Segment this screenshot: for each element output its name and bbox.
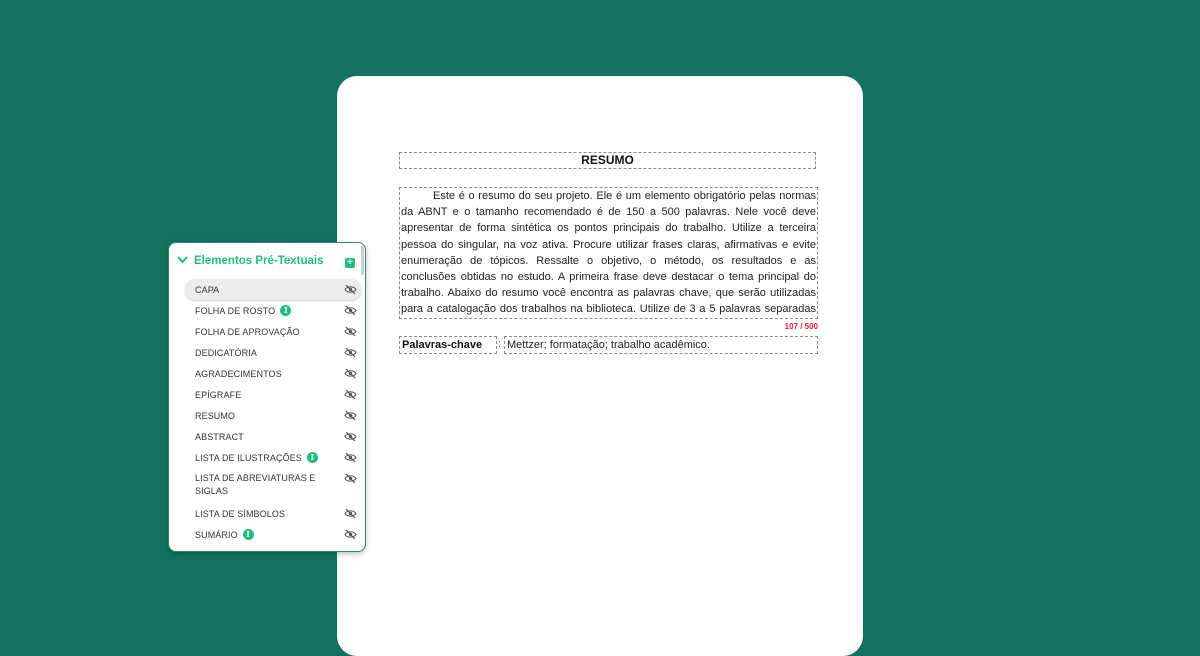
eye-off-icon[interactable] [344,452,357,463]
sidebar-item[interactable]: EPÍGRAFE [185,384,361,405]
chevron-down-icon[interactable] [177,253,188,267]
sidebar-item[interactable]: RESUMO [185,405,361,426]
sidebar-item[interactable]: DEDICATÓRIA [185,342,361,363]
eye-off-icon[interactable] [344,410,357,421]
sidebar-item[interactable]: CAPA [185,279,361,300]
keywords-label: Palavras-chave [399,336,497,354]
eye-off-icon[interactable] [344,347,357,358]
eye-off-icon[interactable] [344,284,357,295]
document-page: RESUMO Este é o resumo do seu projeto. E… [337,76,863,656]
info-icon[interactable]: i [280,305,292,316]
keywords-separator: : [498,338,502,350]
sidebar-item-label: SUMÁRIO [195,529,238,540]
eye-off-icon[interactable] [344,305,357,316]
sidebar-item-label: CAPA [195,284,220,295]
plus-square-icon[interactable]: + [345,258,355,268]
sidebar-item-label: EPÍGRAFE [195,389,242,400]
sidebar-item-label: LISTA DE ABREVIATURAS E SIGLAS [195,473,316,496]
sidebar-item-label: LISTA DE ILUSTRAÇÕES [195,452,302,463]
elements-list: CAPA FOLHA DE ROSTO i FOLHA DE APROVAÇÃO DED… [185,279,361,545]
sidebar-item-label: FOLHA DE ROSTO [195,305,276,316]
resumo-title[interactable]: RESUMO [399,152,816,169]
panel-header[interactable]: Elementos Pré-Textuais + [169,243,365,279]
word-counter: 107 / 500 [784,322,818,331]
eye-off-icon[interactable] [344,473,357,484]
sidebar-item[interactable]: LISTA DE ILUSTRAÇÕES i [185,447,361,468]
sidebar-item[interactable]: FOLHA DE ROSTO i [185,300,361,321]
eye-off-icon[interactable] [344,508,357,519]
sidebar-item[interactable]: FOLHA DE APROVAÇÃO [185,321,361,342]
sidebar-item[interactable]: AGRADECIMENTOS [185,363,361,384]
sidebar-item[interactable]: SUMÁRIO i [185,524,361,545]
eye-off-icon[interactable] [344,389,357,400]
sidebar-item-label: DEDICATÓRIA [195,347,257,358]
eye-off-icon[interactable] [344,326,357,337]
sidebar-item-label: RESUMO [195,410,236,421]
scrollbar[interactable] [361,245,364,275]
pre-textual-elements-panel: Elementos Pré-Textuais + CAPA FOLHA DE RO… [168,242,366,552]
eye-off-icon[interactable] [344,431,357,442]
sidebar-item[interactable]: LISTA DE ABREVIATURAS E SIGLAS [185,468,361,503]
info-icon[interactable]: i [306,452,318,463]
eye-off-icon[interactable] [344,368,357,379]
info-icon[interactable]: i [242,529,254,540]
sidebar-item[interactable]: LISTA DE SÍMBOLOS [185,503,361,524]
eye-off-icon[interactable] [344,529,357,540]
sidebar-item-label: ABSTRACT [195,431,244,442]
resumo-text-editor[interactable]: Este é o resumo do seu projeto. Ele é um… [399,187,818,319]
sidebar-item[interactable]: ABSTRACT [185,426,361,447]
keywords-input[interactable]: Mettzer; formatação; trabalho acadêmico. [504,336,818,354]
sidebar-item-label: AGRADECIMENTOS [195,368,282,379]
panel-title: Elementos Pré-Textuais [194,255,324,267]
sidebar-item-label: FOLHA DE APROVAÇÃO [195,326,300,337]
sidebar-item-label: LISTA DE SÍMBOLOS [195,508,286,519]
